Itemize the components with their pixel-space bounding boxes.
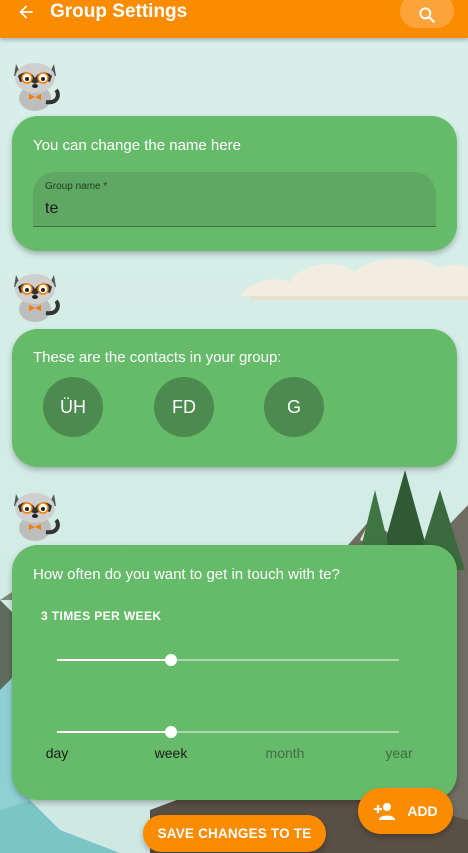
frequency-card: How often do you want to get in touch wi… xyxy=(12,545,457,800)
raccoon-mascot-icon xyxy=(14,274,60,322)
raccoon-mascot-icon xyxy=(14,63,60,111)
slider-track-active xyxy=(57,731,171,733)
group-name-label: Group name * xyxy=(45,181,108,192)
group-name-card: You can change the name here Group name … xyxy=(12,116,457,251)
contact-initials: ÜH xyxy=(60,396,86,417)
arrow-back-icon xyxy=(19,5,33,19)
group-name-field[interactable]: Group name * te xyxy=(33,172,436,227)
add-contact-button[interactable]: ADD xyxy=(358,788,453,834)
person-add-icon xyxy=(374,803,396,820)
search-icon xyxy=(419,7,435,23)
back-button[interactable] xyxy=(12,0,40,24)
period-option-month[interactable]: month xyxy=(266,745,305,761)
save-changes-button[interactable]: SAVE CHANGES TO TE xyxy=(143,815,326,852)
page-title: Group Settings xyxy=(50,1,188,22)
save-button-label: SAVE CHANGES TO TE xyxy=(157,826,312,841)
slider-thumb[interactable] xyxy=(164,726,177,738)
contact-avatar[interactable]: FD xyxy=(154,377,214,437)
contacts-card: These are the contacts in your group: ÜH… xyxy=(12,329,457,467)
frequency-heading: How often do you want to get in touch wi… xyxy=(33,566,340,583)
raccoon-mascot-icon xyxy=(14,493,60,541)
slider-thumb[interactable] xyxy=(164,654,177,666)
app-bar: Group Settings xyxy=(0,0,468,38)
contact-avatar[interactable]: G xyxy=(264,377,324,437)
slider-track-active xyxy=(57,659,171,661)
group-name-heading: You can change the name here xyxy=(33,137,241,154)
contact-initials: FD xyxy=(172,396,196,417)
group-name-value[interactable]: te xyxy=(45,200,58,218)
contacts-heading: These are the contacts in your group: xyxy=(33,349,282,366)
search-button[interactable] xyxy=(400,0,454,28)
period-option-day[interactable]: day xyxy=(46,745,69,761)
frequency-value-label: 3 TIMES PER WEEK xyxy=(41,609,162,623)
add-button-label: ADD xyxy=(407,803,438,819)
period-option-year[interactable]: year xyxy=(385,745,412,761)
contact-initials: G xyxy=(286,396,301,417)
contact-avatar[interactable]: ÜH xyxy=(43,377,103,437)
period-option-week[interactable]: week xyxy=(155,745,188,761)
